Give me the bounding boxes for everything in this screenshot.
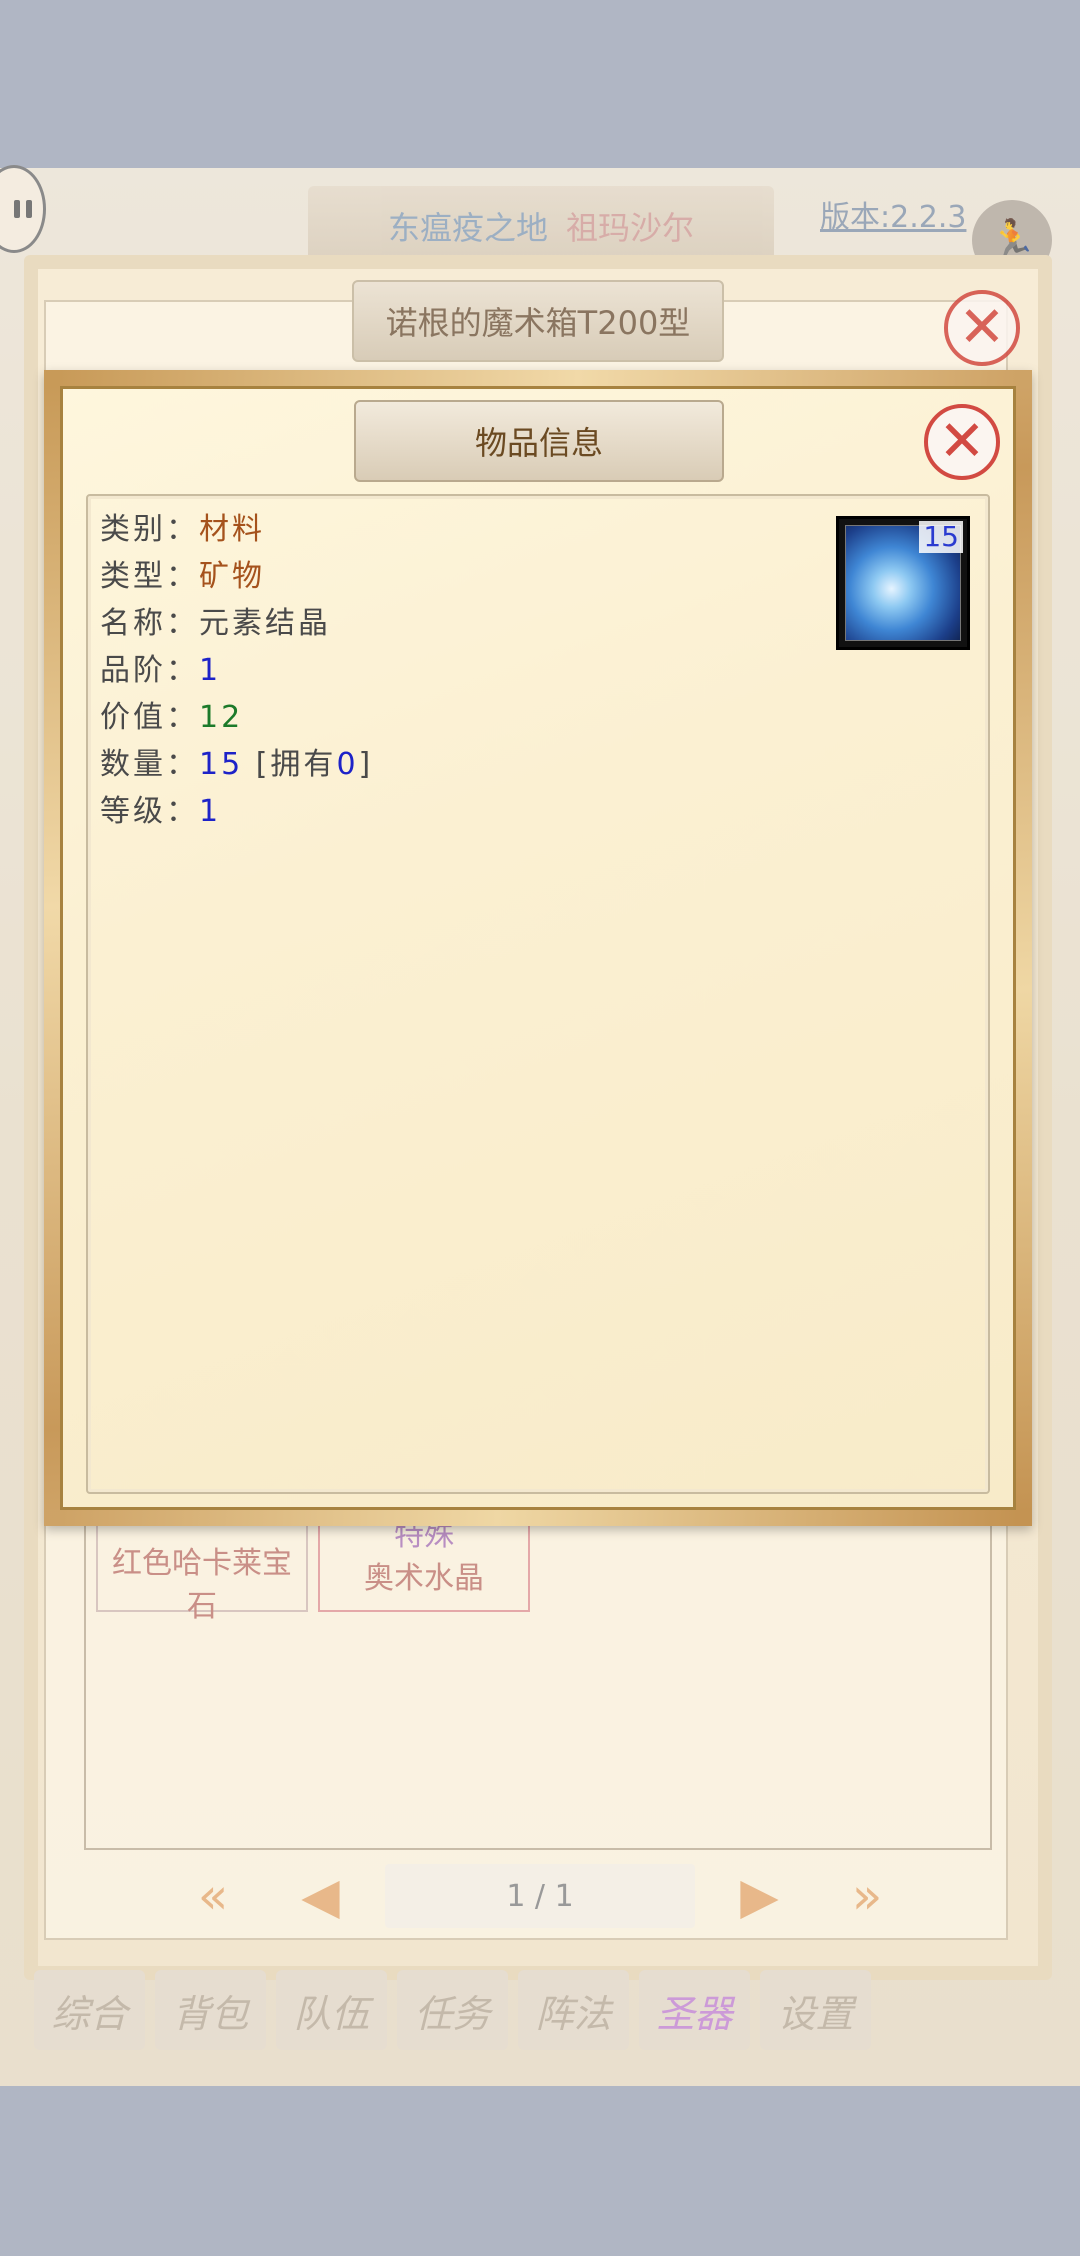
list-item[interactable]: 特殊 奥术水晶 <box>318 1512 530 1612</box>
location-banner: 东瘟疫之地 祖玛沙尔 <box>308 186 774 266</box>
pause-icon <box>14 200 20 218</box>
dialog-title: 物品信息 <box>354 400 724 482</box>
next-page-button[interactable]: ▶ <box>717 1866 803 1926</box>
tab-relic[interactable]: 圣器 <box>639 1970 750 2050</box>
attr-quantity: 数量：15 [拥有0] <box>100 747 374 782</box>
zone-name[interactable]: 东瘟疫之地 <box>388 203 548 249</box>
dialog-close-button[interactable]: ✕ <box>924 404 1000 480</box>
attr-name: 名称：元素结晶 <box>100 606 331 641</box>
last-page-button[interactable]: » <box>824 1866 910 1926</box>
tab-formation[interactable]: 阵法 <box>518 1970 629 2050</box>
list-item[interactable]: 红色哈卡莱宝石 <box>96 1512 308 1624</box>
element-crystal-icon: 15 <box>836 516 970 650</box>
version-link[interactable]: 版本:2.2.3 <box>820 192 966 236</box>
prev-page-button[interactable]: ◀ <box>278 1866 364 1926</box>
tab-overview[interactable]: 综合 <box>34 1970 145 2050</box>
attr-level: 等级：1 <box>100 794 222 829</box>
pager: « ◀ 1 / 1 ▶ » <box>170 1860 910 1932</box>
page-indicator: 1 / 1 <box>385 1864 695 1928</box>
attr-grade: 品阶：1 <box>100 653 222 688</box>
close-icon: ✕ <box>958 295 1006 360</box>
attr-category: 类别：材料 <box>100 512 265 547</box>
close-icon: ✕ <box>938 409 986 474</box>
item-name: 奥术水晶 <box>364 1561 484 1596</box>
item-name: 红色哈卡莱宝石 <box>112 1546 292 1624</box>
tab-team[interactable]: 队伍 <box>276 1970 387 2050</box>
chest-panel-title: 诺根的魔术箱T200型 <box>352 280 724 362</box>
item-attributes: 类别：材料 类型：矿物 名称：元素结晶 品阶：1 价值：12 数量：15 [拥有… <box>100 506 700 835</box>
chest-close-button[interactable]: ✕ <box>944 290 1020 366</box>
attr-type: 类型：矿物 <box>100 559 265 594</box>
tab-bag[interactable]: 背包 <box>155 1970 266 2050</box>
first-page-button[interactable]: « <box>170 1866 256 1926</box>
tab-quest[interactable]: 任务 <box>397 1970 508 2050</box>
bottom-tabbar: 综合 背包 队伍 任务 阵法 圣器 设置 <box>34 1970 1034 2050</box>
tab-settings[interactable]: 设置 <box>760 1970 871 2050</box>
item-stack-count: 15 <box>919 521 963 553</box>
attr-value: 价值：12 <box>100 700 244 735</box>
npc-name[interactable]: 祖玛沙尔 <box>566 203 694 249</box>
